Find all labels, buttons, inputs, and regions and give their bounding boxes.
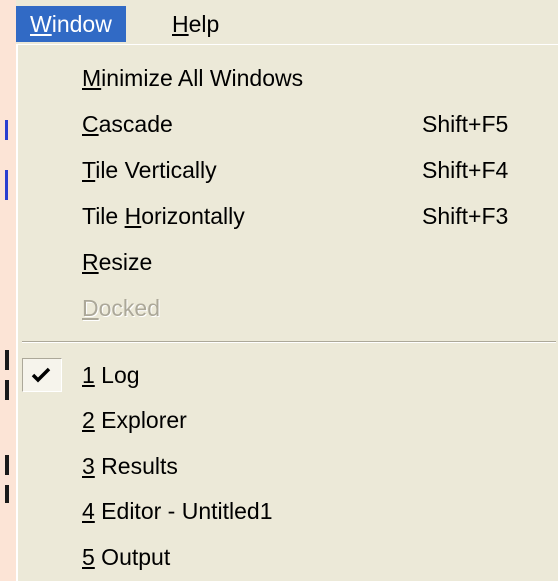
menu-item-window-results[interactable]: 3 Results (18, 443, 558, 489)
menu-bar: Window Help (16, 0, 558, 46)
background-window-edge (5, 170, 8, 200)
menu-item-docked: Docked (18, 285, 558, 331)
menu-item-label: 1 Log (82, 362, 140, 388)
menu-item-minimize-all[interactable]: Minimize All Windows (18, 55, 558, 101)
menu-item-shortcut: Shift+F3 (422, 203, 509, 229)
menu-item-resize[interactable]: Resize (18, 239, 558, 285)
menu-separator (22, 341, 556, 343)
menu-window-label: indow (51, 11, 112, 37)
window-menu-dropdown: Minimize All Windows Cascade Shift+F5 Ti… (16, 44, 558, 581)
menu-item-label: Resize (82, 249, 153, 275)
menu-item-cascade[interactable]: Cascade Shift+F5 (18, 101, 558, 147)
menu-help-mnemonic: H (172, 11, 189, 37)
checkmark-icon (22, 358, 62, 392)
menu-help[interactable]: Help (158, 6, 233, 42)
menu-item-label: 5 Output (82, 544, 171, 570)
menu-help-label: elp (188, 11, 220, 37)
menu-item-window-editor[interactable]: 4 Editor - Untitled1 (18, 488, 558, 534)
menu-item-window-log[interactable]: 1 Log (18, 352, 558, 398)
screen: Window Help Minimize All Windows Cascade… (0, 0, 558, 581)
menu-item-shortcut: Shift+F4 (422, 157, 509, 183)
background-window-edge (5, 485, 9, 503)
background-window-edge (5, 120, 8, 140)
menu-item-label: 4 Editor - Untitled1 (82, 498, 273, 524)
menu-window-mnemonic: W (30, 11, 52, 37)
menu-item-label: Cascade (82, 111, 173, 137)
menu-item-tile-horizontally[interactable]: Tile Horizontally Shift+F3 (18, 193, 558, 239)
menu-item-label: Minimize All Windows (82, 65, 304, 91)
background-window-edge (5, 380, 9, 400)
menu-item-shortcut: Shift+F5 (422, 111, 509, 137)
background-window-edge (5, 350, 9, 370)
menu-item-label: Tile Horizontally (82, 203, 245, 229)
menu-item-window-explorer[interactable]: 2 Explorer (18, 397, 558, 443)
menu-item-tile-vertically[interactable]: Tile Vertically Shift+F4 (18, 147, 558, 193)
menu-item-label: Tile Vertically (82, 157, 217, 183)
menu-item-label: 3 Results (82, 453, 178, 479)
menu-item-label: 2 Explorer (82, 407, 187, 433)
menu-item-window-output[interactable]: 5 Output (18, 534, 558, 580)
menu-window[interactable]: Window (16, 6, 126, 42)
background-window-edge (5, 455, 9, 475)
menu-item-label: Docked (82, 295, 160, 321)
